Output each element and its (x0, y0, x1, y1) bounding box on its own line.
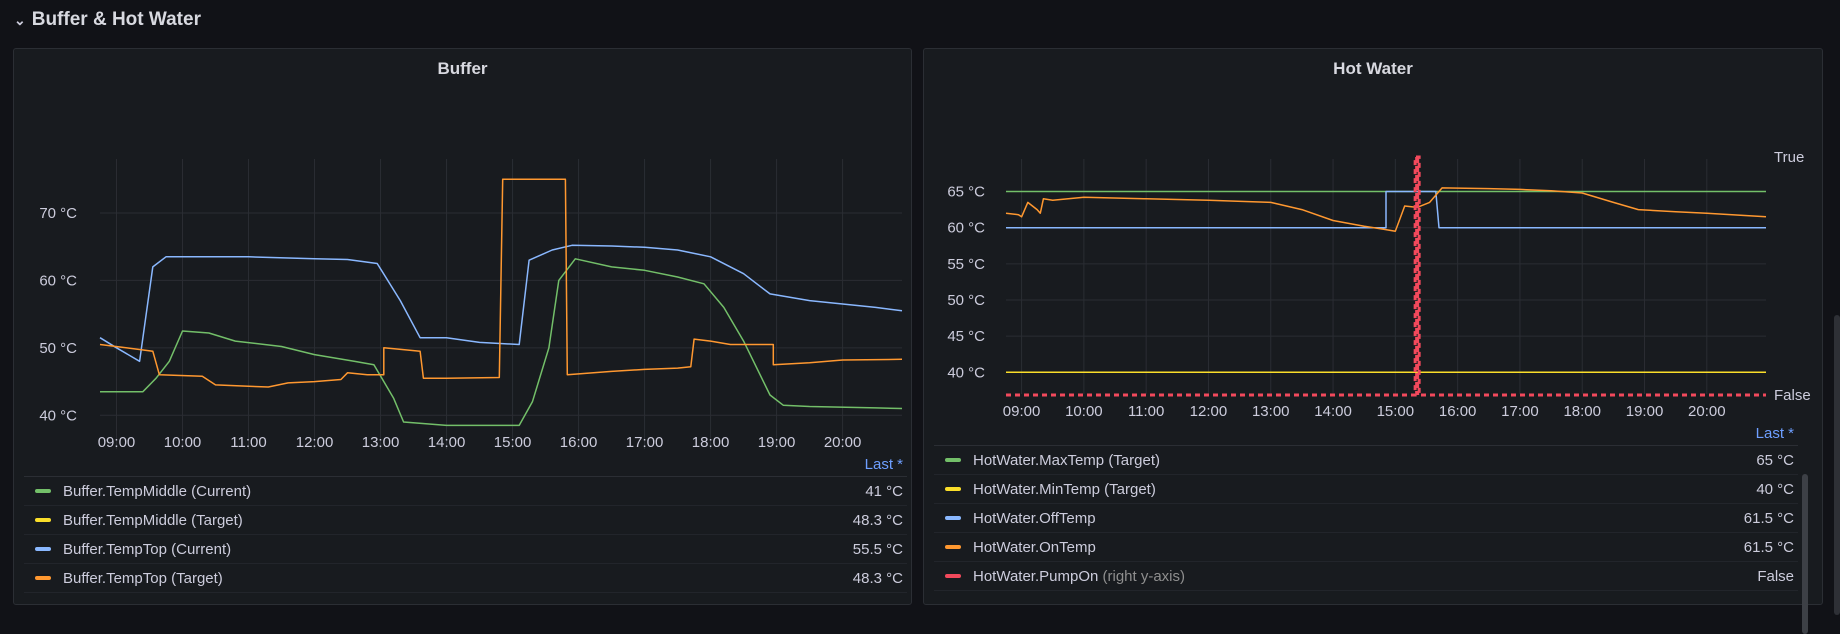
x-tick-label: 18:00 (692, 434, 730, 451)
legend-item[interactable]: HotWater.PumpOn (right y-axis) False (934, 562, 1798, 591)
hot-water-panel: Hot Water 09:00 10:00 11:00 12:00 13:00 14:00… (923, 48, 1824, 634)
legend-series-label: HotWater.PumpOn (973, 567, 1099, 585)
y-tick-label: 65 °C (947, 184, 985, 201)
x-tick-label: 18:00 (1563, 403, 1601, 420)
x-tick-label: 13:00 (1252, 403, 1290, 420)
x-tick-label: 15:00 (1377, 403, 1415, 420)
x-tick-label: 20:00 (1688, 403, 1726, 420)
legend-swatch (35, 518, 51, 522)
legend-item[interactable]: Buffer.TempTop (Target) 48.3 °C (24, 564, 907, 593)
buffer-chart[interactable]: 09:00 10:00 11:00 12:00 13:00 14:00 15:00 16:00… (14, 49, 913, 469)
legend-swatch (35, 576, 51, 580)
legend-series-label: HotWater.OnTemp (973, 538, 1096, 556)
hot-water-chart[interactable]: 09:00 10:00 11:00 12:00 13:00 14:00 15:00 16:00… (924, 49, 1824, 449)
legend-series-name: Buffer.TempTop (Target) (63, 570, 853, 587)
x-tick-label: 16:00 (1439, 403, 1477, 420)
x-tick-label: 13:00 (362, 434, 400, 451)
x-tick-label: 17:00 (626, 434, 664, 451)
legend-sort-header[interactable]: Last * (24, 454, 907, 477)
legend-swatch (945, 516, 961, 520)
legend-swatch (945, 574, 961, 578)
legend-last-value: 48.3 °C (852, 569, 903, 587)
y-tick-label: 70 °C (39, 205, 77, 222)
x-tick-label: 10:00 (164, 434, 202, 451)
legend-series-name: Buffer.TempTop (Current) (63, 541, 853, 558)
y-tick-label: 60 °C (39, 272, 77, 289)
x-tick-label: 12:00 (296, 434, 334, 451)
legend-series-label: HotWater.MaxTemp (Target) (973, 451, 1160, 469)
chevron-down-icon[interactable]: ⌄ (14, 12, 26, 29)
x-tick-label: 14:00 (1314, 403, 1352, 420)
legend-item[interactable]: HotWater.OffTemp 61.5 °C (934, 504, 1798, 533)
y-tick-label: 40 °C (947, 364, 985, 381)
legend-item[interactable]: Buffer.TempTop (Current) 55.5 °C (24, 535, 907, 564)
x-tick-label: 15:00 (494, 434, 532, 451)
x-tick-label: 12:00 (1190, 403, 1228, 420)
legend-series-label: Buffer.TempTop (Current) (63, 540, 232, 558)
right-y-tick-label: True (1774, 149, 1804, 166)
legend-series-label: Buffer.TempTop (Target) (63, 569, 223, 587)
legend-last-value: 61.5 °C (1743, 509, 1794, 527)
legend-item[interactable]: HotWater.OnTemp 61.5 °C (934, 533, 1798, 562)
row-header[interactable]: ⌄ Buffer & Hot Water (14, 6, 201, 34)
legend-scrollbar[interactable] (1802, 474, 1808, 634)
legend-series-name: HotWater.OnTemp (973, 539, 1744, 556)
x-tick-label: 17:00 (1501, 403, 1539, 420)
row-title: Buffer & Hot Water (31, 9, 201, 30)
x-tick-label: 19:00 (1626, 403, 1664, 420)
legend-last-value: 40 °C (1756, 480, 1794, 498)
y-tick-label: 40 °C (39, 407, 77, 424)
y-tick-label: 50 °C (39, 340, 77, 357)
y-tick-label: 60 °C (947, 220, 985, 237)
legend-item[interactable]: Buffer.TempMiddle (Target) 48.3 °C (24, 506, 907, 535)
buffer-panel: Buffer 09:00 10:00 11:00 12:00 13:00 14:00 15:… (13, 48, 912, 605)
legend-swatch (945, 458, 961, 462)
legend-last-value: 65 °C (1756, 451, 1794, 469)
legend-series-name: Buffer.TempMiddle (Target) (63, 512, 853, 529)
legend-last-value: 41 °C (865, 482, 903, 500)
legend-series-label: HotWater.MinTemp (Target) (973, 480, 1156, 498)
x-tick-label: 11:00 (1128, 403, 1164, 420)
x-tick-label: 16:00 (560, 434, 598, 451)
series-line-2[interactable] (1006, 190, 1766, 229)
x-tick-label: 09:00 (98, 434, 136, 451)
legend-swatch (945, 487, 961, 491)
legend-last-value: 61.5 °C (1743, 538, 1794, 556)
x-tick-label: 19:00 (758, 434, 796, 451)
y-tick-label: 45 °C (947, 328, 985, 345)
legend-item[interactable]: HotWater.MaxTemp (Target) 65 °C (934, 446, 1798, 475)
legend-series-name: HotWater.OffTemp (973, 510, 1744, 527)
y-tick-label: 55 °C (947, 256, 985, 273)
right-y-tick-label: False (1774, 387, 1811, 404)
x-tick-label: 20:00 (824, 434, 862, 451)
y-tick-label: 50 °C (947, 292, 985, 309)
hot-water-legend: Last * HotWater.MaxTemp (Target) 65 °C Hot… (934, 423, 1798, 591)
legend-series-label: Buffer.TempMiddle (Current) (63, 482, 252, 500)
series-line-2[interactable] (99, 178, 903, 388)
legend-swatch (945, 545, 961, 549)
page-scrollbar[interactable] (1834, 315, 1840, 615)
x-tick-label: 10:00 (1065, 403, 1103, 420)
legend-last-value: 55.5 °C (852, 540, 903, 558)
legend-axis-note: (right y-axis) (1098, 567, 1186, 585)
legend-series-name: HotWater.PumpOn (right y-axis) (973, 568, 1757, 585)
legend-series-name: Buffer.TempMiddle (Current) (63, 483, 865, 500)
legend-item[interactable]: HotWater.MinTemp (Target) 40 °C (934, 475, 1798, 504)
legend-series-name: HotWater.MaxTemp (Target) (973, 452, 1756, 469)
x-tick-label: 11:00 (230, 434, 266, 451)
legend-last-value: 48.3 °C (852, 511, 903, 529)
legend-item[interactable]: Buffer.TempMiddle (Current) 41 °C (24, 477, 907, 506)
legend-series-label: HotWater.OffTemp (973, 509, 1096, 527)
legend-series-label: Buffer.TempMiddle (Target) (63, 511, 243, 529)
legend-swatch (35, 547, 51, 551)
legend-series-name: HotWater.MinTemp (Target) (973, 481, 1756, 498)
legend-swatch (35, 489, 51, 493)
x-tick-label: 14:00 (428, 434, 466, 451)
legend-sort-header[interactable]: Last * (934, 423, 1798, 446)
x-tick-label: 09:00 (1003, 403, 1041, 420)
legend-last-value: False (1757, 567, 1794, 585)
buffer-legend: Last * Buffer.TempMiddle (Current) 41 °C B… (24, 454, 907, 593)
